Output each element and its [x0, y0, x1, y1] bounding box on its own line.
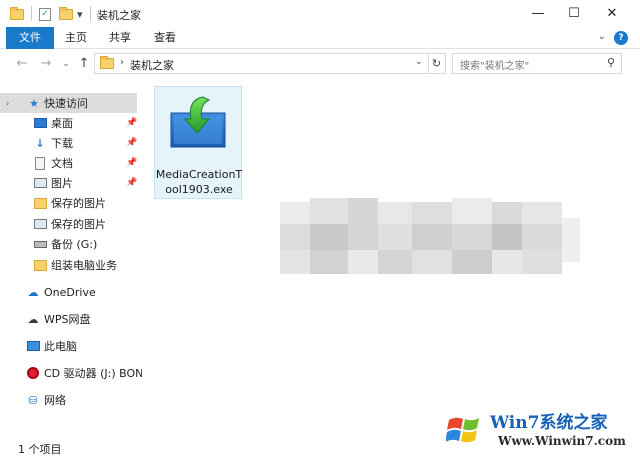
network-icon: ⛁	[28, 393, 38, 407]
computer-icon	[26, 339, 40, 353]
download-icon: ↓	[35, 136, 45, 150]
forward-button[interactable]: →	[38, 56, 54, 72]
sidebar-item-quick-access[interactable]: › ★ 快速访问	[0, 93, 137, 113]
sidebar-item-cd-drive[interactable]: CD 驱动器 (J:) BON.	[0, 363, 147, 383]
document-icon	[33, 156, 47, 170]
tab-file[interactable]: 文件	[6, 27, 54, 49]
sidebar-item-label: 保存的图片	[51, 218, 106, 231]
breadcrumb-arrow-icon[interactable]: ›	[120, 57, 124, 68]
ribbon-tabs: 文件 主页 共享 查看 ⌄ ?	[0, 27, 640, 49]
sidebar-item-label: 保存的图片	[51, 197, 106, 210]
sidebar-item-network[interactable]: ⛁ 网络	[0, 390, 137, 410]
address-row: ← → ⌄ ↑ › 装机之家 ⌄ ↻ 搜索"装机之家" ⚲	[0, 50, 640, 78]
ribbon-expand-icon[interactable]: ⌄	[598, 31, 606, 42]
pin-icon[interactable]: 📌	[126, 118, 137, 128]
sidebar-item-backup-drive[interactable]: 备份 (G:)	[0, 234, 137, 254]
sidebar-item-pc-assembly[interactable]: 组装电脑业务	[0, 255, 137, 275]
toolbar-divider	[90, 6, 91, 21]
navigation-pane: › ★ 快速访问 桌面 📌 ↓ 下载 📌 文档 📌 图片 📌 保存的图片 保存的…	[0, 80, 147, 430]
close-button[interactable]: ✕	[594, 0, 630, 27]
search-placeholder: 搜索"装机之家"	[460, 61, 530, 72]
folder-icon	[33, 258, 47, 272]
sidebar-item-label: OneDrive	[44, 285, 96, 299]
sidebar-item-downloads[interactable]: ↓ 下载 📌	[0, 133, 137, 153]
file-item[interactable]: MediaCreationTool1903.exe	[154, 86, 242, 199]
sidebar-item-label: WPS网盘	[44, 313, 91, 326]
pin-icon[interactable]: 📌	[126, 178, 137, 188]
help-icon[interactable]: ?	[614, 31, 628, 45]
desktop-icon	[33, 116, 47, 130]
expand-chevron-icon[interactable]: ›	[6, 99, 9, 108]
watermark-url: Www.Winwin7.com	[498, 434, 626, 448]
address-dropdown-icon[interactable]: ⌄	[415, 57, 423, 67]
folder-icon	[33, 196, 47, 210]
wps-cloud-icon: ☁	[27, 312, 39, 326]
windows-logo-icon	[446, 417, 479, 443]
sidebar-item-onedrive[interactable]: ☁ OneDrive	[0, 282, 137, 302]
sidebar-item-label: 组装电脑业务	[51, 259, 117, 272]
window-title: 装机之家	[97, 9, 141, 22]
media-creation-tool-icon	[170, 96, 226, 148]
watermark-title: Win7系统之家	[490, 413, 608, 433]
refresh-button[interactable]: ↻	[428, 53, 446, 74]
picture-icon	[33, 217, 47, 231]
sidebar-item-saved-pictures[interactable]: 保存的图片	[0, 193, 137, 213]
tab-view[interactable]: 查看	[144, 27, 186, 49]
blurred-content	[280, 198, 580, 278]
sidebar-item-label: 网络	[44, 394, 66, 407]
star-icon: ★	[29, 96, 39, 110]
item-count: 1 个项目	[18, 443, 62, 456]
sidebar-item-label: CD 驱动器 (J:) BON.	[44, 367, 147, 380]
sidebar-item-documents[interactable]: 文档 📌	[0, 153, 137, 173]
watermark: Win7系统之家 Www.Winwin7.com	[440, 404, 636, 458]
properties-icon[interactable]: ✓	[39, 7, 51, 21]
search-input[interactable]: 搜索"装机之家" ⚲	[452, 53, 622, 74]
sidebar-item-label: 备份 (G:)	[51, 238, 98, 251]
sidebar-item-label: 下载	[51, 137, 73, 150]
recent-locations-icon[interactable]: ⌄	[58, 56, 74, 72]
sidebar-item-desktop[interactable]: 桌面 📌	[0, 113, 137, 133]
quick-access-dropdown-icon[interactable]: ▾	[77, 7, 83, 21]
drive-icon	[33, 237, 47, 251]
cd-drive-icon	[26, 366, 40, 380]
sidebar-item-label: 此电脑	[44, 340, 77, 353]
cloud-icon: ☁	[27, 285, 39, 299]
sidebar-item-label: 快速访问	[44, 97, 88, 110]
folder-icon	[100, 56, 114, 69]
sidebar-item-pictures[interactable]: 图片 📌	[0, 173, 137, 193]
picture-icon	[33, 176, 47, 190]
address-bar[interactable]: › 装机之家 ⌄	[94, 53, 429, 74]
file-list-area[interactable]: MediaCreationTool1903.exe	[142, 80, 640, 436]
sidebar-item-wps-cloud[interactable]: ☁ WPS网盘	[0, 309, 137, 329]
search-icon[interactable]: ⚲	[607, 56, 615, 69]
maximize-button[interactable]: ☐	[556, 0, 592, 27]
toolbar-divider	[31, 6, 32, 21]
file-name: MediaCreationTool1903.exe	[155, 168, 243, 196]
sidebar-item-label: 桌面	[51, 117, 73, 130]
breadcrumb[interactable]: 装机之家	[130, 57, 174, 73]
new-folder-icon[interactable]	[59, 6, 73, 21]
sidebar-item-this-pc[interactable]: 此电脑	[0, 336, 137, 356]
up-button[interactable]: ↑	[76, 56, 92, 72]
pin-icon[interactable]: 📌	[126, 138, 137, 148]
sidebar-item-saved-pictures-2[interactable]: 保存的图片	[0, 214, 137, 234]
folder-icon[interactable]	[10, 6, 24, 21]
tab-share[interactable]: 共享	[100, 27, 140, 49]
tab-home[interactable]: 主页	[56, 27, 96, 49]
title-bar: ✓ ▾ 装机之家 — ☐ ✕	[0, 0, 640, 27]
pin-icon[interactable]: 📌	[126, 158, 137, 168]
back-button[interactable]: ←	[14, 56, 30, 72]
minimize-button[interactable]: —	[520, 0, 556, 27]
sidebar-item-label: 文档	[51, 157, 73, 170]
sidebar-item-label: 图片	[51, 177, 73, 190]
